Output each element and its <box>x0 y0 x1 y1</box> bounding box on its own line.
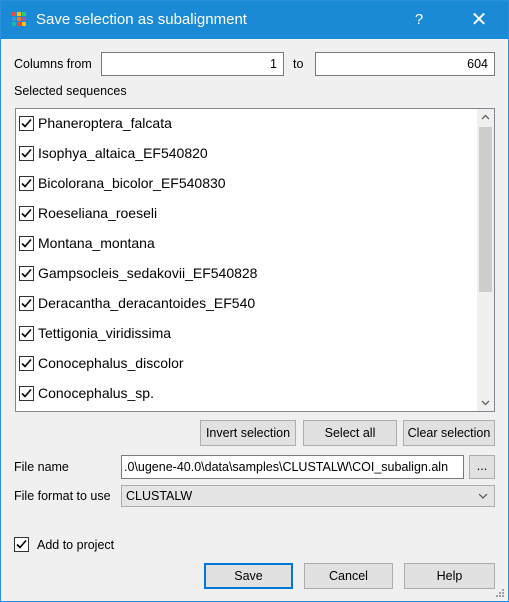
sequence-item[interactable]: Roeseliana_roeseli <box>16 199 476 229</box>
cancel-button[interactable]: Cancel <box>304 563 393 589</box>
sequence-name: Deracantha_deracantoides_EF540 <box>38 295 256 311</box>
file-name-label: File name <box>14 460 69 474</box>
vertical-scrollbar[interactable] <box>477 109 494 411</box>
chevron-down-icon <box>478 493 488 499</box>
columns-from-field[interactable]: 1 <box>101 52 284 76</box>
sequence-checkbox[interactable] <box>19 266 34 281</box>
sequence-item[interactable]: Deracantha_deracantoides_EF540 <box>16 289 476 319</box>
checkmark-icon <box>21 328 32 338</box>
sequence-item[interactable]: Phaneroptera_falcata <box>16 109 476 139</box>
sequence-checkbox[interactable] <box>19 356 34 371</box>
checkmark-icon <box>21 298 32 308</box>
browse-button[interactable]: ... <box>469 455 495 479</box>
sequence-name: Phaneroptera_falcata <box>38 115 172 131</box>
sequence-name: Bicolorana_bicolor_EF540830 <box>38 175 226 191</box>
sequence-checkbox[interactable] <box>19 236 34 251</box>
checkmark-icon <box>16 539 27 549</box>
checkmark-icon <box>21 208 32 218</box>
help-button[interactable]: Help <box>404 563 495 589</box>
invert-selection-button[interactable]: Invert selection <box>200 420 296 446</box>
sequence-checkbox[interactable] <box>19 176 34 191</box>
sequence-name: Isophya_altaica_EF540820 <box>38 145 208 161</box>
file-format-select[interactable]: CLUSTALW <box>121 485 495 507</box>
title-help-button[interactable]: ? <box>396 1 442 39</box>
sequence-item[interactable]: Tettigonia_viridissima <box>16 319 476 349</box>
close-button[interactable]: ✕ <box>456 1 502 39</box>
app-icon <box>12 12 28 28</box>
add-to-project-checkbox[interactable] <box>14 537 29 552</box>
sequence-name: Montana_montana <box>38 235 155 251</box>
scroll-up-icon[interactable] <box>477 109 494 126</box>
add-to-project-label: Add to project <box>37 538 115 552</box>
clear-selection-button[interactable]: Clear selection <box>403 420 495 446</box>
sequence-item[interactable]: Gampsocleis_sedakovii_EF540828 <box>16 259 476 289</box>
checkmark-icon <box>21 148 32 158</box>
sequence-name: Roeseliana_roeseli <box>38 205 158 221</box>
checkmark-icon <box>21 358 32 368</box>
save-subalignment-dialog: Save selection as subalignment ? ✕ Colum… <box>0 0 509 602</box>
checkmark-icon <box>21 238 32 248</box>
columns-from-label: Columns from <box>14 57 92 71</box>
sequence-item[interactable]: Conocephalus_sp. <box>16 379 476 409</box>
sequence-item[interactable]: Isophya_altaica_EF540820 <box>16 139 476 169</box>
title-bar: Save selection as subalignment ? ✕ <box>1 1 508 39</box>
sequence-name: Tettigonia_viridissima <box>38 325 172 341</box>
checkmark-icon <box>21 268 32 278</box>
sequence-item[interactable]: Montana_montana <box>16 229 476 259</box>
window-title: Save selection as subalignment <box>36 11 247 28</box>
sequence-item[interactable]: Conocephalus_discolor <box>16 349 476 379</box>
sequence-checkbox[interactable] <box>19 386 34 401</box>
close-icon: ✕ <box>470 9 488 31</box>
save-button[interactable]: Save <box>204 563 293 589</box>
sequence-list[interactable]: Phaneroptera_falcata Isophya_altaica_EF5… <box>15 108 495 412</box>
sequence-checkbox[interactable] <box>19 326 34 341</box>
sequence-item[interactable]: Bicolorana_bicolor_EF540830 <box>16 169 476 199</box>
sequence-checkbox[interactable] <box>19 146 34 161</box>
sequence-name: Gampsocleis_sedakovii_EF540828 <box>38 265 258 281</box>
sequence-checkbox[interactable] <box>19 296 34 311</box>
resize-grip-icon[interactable] <box>495 588 505 598</box>
columns-to-field[interactable]: 604 <box>315 52 495 76</box>
file-format-label: File format to use <box>14 489 111 503</box>
file-format-value: CLUSTALW <box>126 489 193 503</box>
scrollbar-thumb[interactable] <box>479 127 492 292</box>
columns-to-label: to <box>293 57 304 71</box>
checkmark-icon <box>21 388 32 398</box>
checkmark-icon <box>21 178 32 188</box>
scroll-down-icon[interactable] <box>477 394 494 411</box>
sequence-name: Conocephalus_discolor <box>38 355 184 371</box>
sequence-checkbox[interactable] <box>19 206 34 221</box>
select-all-button[interactable]: Select all <box>303 420 397 446</box>
sequence-checkbox[interactable] <box>19 116 34 131</box>
checkmark-icon <box>21 118 32 128</box>
sequence-name: Conocephalus_sp. <box>38 385 154 401</box>
selected-sequences-label: Selected sequences <box>14 84 127 98</box>
file-name-field[interactable]: .0\ugene-40.0\data\samples\CLUSTALW\COI_… <box>121 455 464 479</box>
